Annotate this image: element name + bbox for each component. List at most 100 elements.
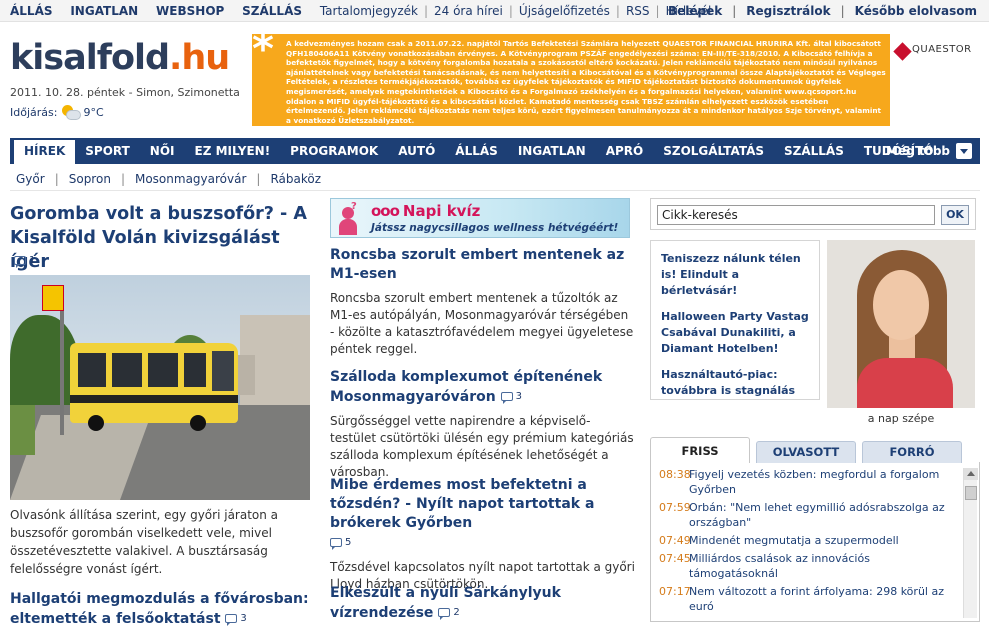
top-link-ingatlan[interactable]: INGATLAN bbox=[70, 4, 138, 18]
article-comments[interactable]: 3 bbox=[500, 387, 522, 406]
list-item[interactable]: 08:38 Figyelj vezetés közben: megfordul a… bbox=[659, 467, 955, 497]
account-links: Belépek | Regisztrálok | Később elolvasom bbox=[667, 4, 977, 18]
quiz-subtitle: Játssz nagycsillagos wellness hétvégéért… bbox=[371, 222, 619, 234]
nav-ingatlan[interactable]: INGATLAN bbox=[508, 138, 596, 164]
comment-icon bbox=[438, 608, 451, 620]
fresh-news-list: 08:38 Figyelj vezetés közben: megfordul a… bbox=[650, 462, 980, 622]
search-box: OK bbox=[650, 198, 976, 230]
partly-cloudy-icon bbox=[61, 105, 82, 120]
article: Szálloda komplexumot építenének Mosonmag… bbox=[330, 368, 635, 481]
top-link-allas[interactable]: ÁLLÁS bbox=[10, 4, 53, 18]
list-item[interactable]: 07:45 Milliárdos csalások az innovációs t… bbox=[659, 551, 955, 581]
weather-temp: 9°C bbox=[83, 105, 104, 119]
news-title[interactable]: Mindenét megmutatja a szupermodell bbox=[689, 533, 899, 548]
weather[interactable]: Időjárás: 9°C bbox=[10, 105, 104, 120]
news-tabs: FRISS OLVASOTT FORRÓ bbox=[650, 437, 980, 463]
list-item[interactable]: 07:17 Nem változott a forint árfolyama: 2… bbox=[659, 584, 955, 614]
subnav-sopron[interactable]: Sopron bbox=[69, 172, 111, 186]
nav-ez-milyen[interactable]: EZ MILYEN! bbox=[185, 138, 281, 164]
quiz-title-text: Napi kvíz bbox=[402, 202, 481, 220]
site-logo[interactable]: kisalfold.hu bbox=[10, 38, 230, 78]
nav-auto[interactable]: AUTÓ bbox=[388, 138, 445, 164]
news-title[interactable]: Nem változott a forint árfolyama: 298 kö… bbox=[689, 584, 955, 614]
divider bbox=[10, 190, 980, 191]
subnav-gyor[interactable]: Győr bbox=[16, 172, 45, 186]
promo-link[interactable]: Használtautó-piac: továbbra is stagnálás bbox=[661, 367, 809, 399]
quiz-circles: ooo bbox=[371, 202, 400, 220]
bus-stop-sign-icon bbox=[42, 285, 64, 311]
article-comments[interactable]: 2 bbox=[438, 603, 460, 622]
subnav-rabakoz[interactable]: Rábaköz bbox=[270, 172, 321, 186]
story2-title: Hallgatói megmozdulás a fővárosban: elte… bbox=[10, 591, 309, 627]
nav-szallas[interactable]: SZÁLLÁS bbox=[774, 138, 854, 164]
promo-box: Teniszezz nálunk télen is! Elindult a bé… bbox=[650, 240, 820, 400]
logo-name: kisalfold bbox=[10, 38, 170, 78]
nav-noi[interactable]: NŐI bbox=[140, 138, 185, 164]
list-item[interactable]: 07:49 Mindenét megmutatja a szupermodell bbox=[659, 533, 955, 548]
news-time: 07:49 bbox=[659, 534, 691, 547]
ad-brand: QUAESTOR bbox=[890, 34, 980, 126]
banner-ad[interactable]: * A kedvezményes hozam csak a 2011.07.22… bbox=[252, 34, 980, 126]
story-headline[interactable]: Hallgatói megmozdulás a fővárosban: elte… bbox=[10, 590, 310, 629]
search-button[interactable]: OK bbox=[941, 205, 969, 225]
top-link-rss[interactable]: RSS bbox=[626, 4, 650, 18]
login-link[interactable]: Belépek bbox=[668, 4, 722, 18]
article: Roncsba szorult embert mentenek az M1-es… bbox=[330, 246, 635, 358]
promo-link[interactable]: Halloween Party Vastag Csabával Dunakili… bbox=[661, 309, 809, 357]
nav-hirek[interactable]: HÍREK bbox=[14, 138, 76, 164]
top-link-24ora[interactable]: 24 óra hírei bbox=[434, 4, 503, 18]
comment-icon bbox=[330, 538, 342, 550]
top-link-ujsag[interactable]: Újságelőfizetés bbox=[519, 4, 610, 18]
list-item[interactable]: 07:59 Orbán: "Nem lehet egymillió adósrab… bbox=[659, 500, 955, 530]
story2-comments[interactable]: 3 bbox=[225, 609, 247, 628]
sub-nav: Győr | Sopron | Mosonmagyaróvár | Rábaköz bbox=[16, 172, 322, 186]
nav-allas[interactable]: ÁLLÁS bbox=[445, 138, 508, 164]
nav-sport[interactable]: SPORT bbox=[75, 138, 140, 164]
tab-friss[interactable]: FRISS bbox=[650, 437, 750, 463]
article: Elkészült a nyúli Sárkánylyuk vízrendezé… bbox=[330, 584, 635, 623]
article-summary: Sürgősséggel vette napirendre a képvisel… bbox=[330, 414, 634, 479]
main-nav: HÍREK SPORT NŐI EZ MILYEN! PROGRAMOK AUT… bbox=[10, 138, 980, 164]
news-title[interactable]: Milliárdos csalások az innovációs támoga… bbox=[689, 551, 955, 581]
article-headline[interactable]: Szálloda komplexumot építenének Mosonmag… bbox=[330, 368, 635, 407]
subnav-mosonmagyarovar[interactable]: Mosonmagyaróvár bbox=[135, 172, 246, 186]
beauty-photo[interactable] bbox=[827, 240, 975, 408]
nav-programok[interactable]: PROGRAMOK bbox=[280, 138, 388, 164]
chevron-down-icon bbox=[956, 143, 972, 159]
nav-apro[interactable]: APRÓ bbox=[596, 138, 654, 164]
beauty-caption[interactable]: a nap szépe bbox=[827, 412, 975, 425]
top-link-tartalomjegyzek[interactable]: Tartalomjegyzék bbox=[320, 4, 418, 18]
lead-photo[interactable] bbox=[10, 275, 310, 500]
bus-image bbox=[70, 343, 238, 431]
search-input[interactable] bbox=[657, 205, 935, 225]
read-later-link[interactable]: Később elolvasom bbox=[855, 4, 977, 18]
news-time: 07:59 bbox=[659, 501, 691, 514]
quaestor-logo-icon bbox=[893, 42, 912, 61]
weather-label: Időjárás: bbox=[10, 105, 58, 119]
register-link[interactable]: Regisztrálok bbox=[746, 4, 830, 18]
news-title[interactable]: Orbán: "Nem lehet egymillió adósrabszolg… bbox=[689, 500, 955, 530]
lead-summary: Olvasónk állítása szerint, egy győri jár… bbox=[10, 508, 279, 576]
top-link-szallas[interactable]: SZÁLLÁS bbox=[242, 4, 302, 18]
article-headline[interactable]: Mibe érdemes most befektetni a tőzsdén? … bbox=[330, 476, 635, 553]
news-time: 07:45 bbox=[659, 552, 691, 565]
daily-quiz-banner[interactable]: ? ooo Napi kvíz Játssz nagycsillagos well… bbox=[330, 198, 630, 238]
news-title[interactable]: Figyelj vezetés közben: megfordul a forg… bbox=[689, 467, 955, 497]
top-link-webshop[interactable]: WEBSHOP bbox=[156, 4, 224, 18]
scroll-up-icon[interactable] bbox=[964, 468, 978, 480]
article-summary: Roncsba szorult embert mentenek a tűzolt… bbox=[330, 291, 634, 356]
tab-forro[interactable]: FORRÓ bbox=[862, 441, 962, 463]
promo-link[interactable]: Teniszezz nálunk télen is! Elindult a bé… bbox=[661, 251, 809, 299]
lead-headline[interactable]: Goromba volt a buszsofőr? - A Kisalföld … bbox=[10, 202, 310, 274]
scroll-thumb[interactable] bbox=[965, 486, 977, 500]
date-line: 2011. 10. 28. péntek - Simon, Szimonetta bbox=[10, 86, 240, 99]
nav-szolgaltatas[interactable]: SZOLGÁLTATÁS bbox=[653, 138, 774, 164]
lead-comments[interactable]: 1 bbox=[14, 255, 35, 268]
article-comments[interactable]: 5 bbox=[330, 533, 351, 552]
article-headline[interactable]: Elkészült a nyúli Sárkánylyuk vízrendezé… bbox=[330, 584, 635, 623]
nav-more-button[interactable]: Még több bbox=[886, 143, 972, 159]
beauty-of-the-day[interactable]: a nap szépe bbox=[827, 240, 975, 430]
scrollbar[interactable] bbox=[963, 468, 978, 618]
article-headline[interactable]: Roncsba szorult embert mentenek az M1-es… bbox=[330, 246, 635, 284]
tab-olvasott[interactable]: OLVASOTT bbox=[756, 441, 856, 463]
